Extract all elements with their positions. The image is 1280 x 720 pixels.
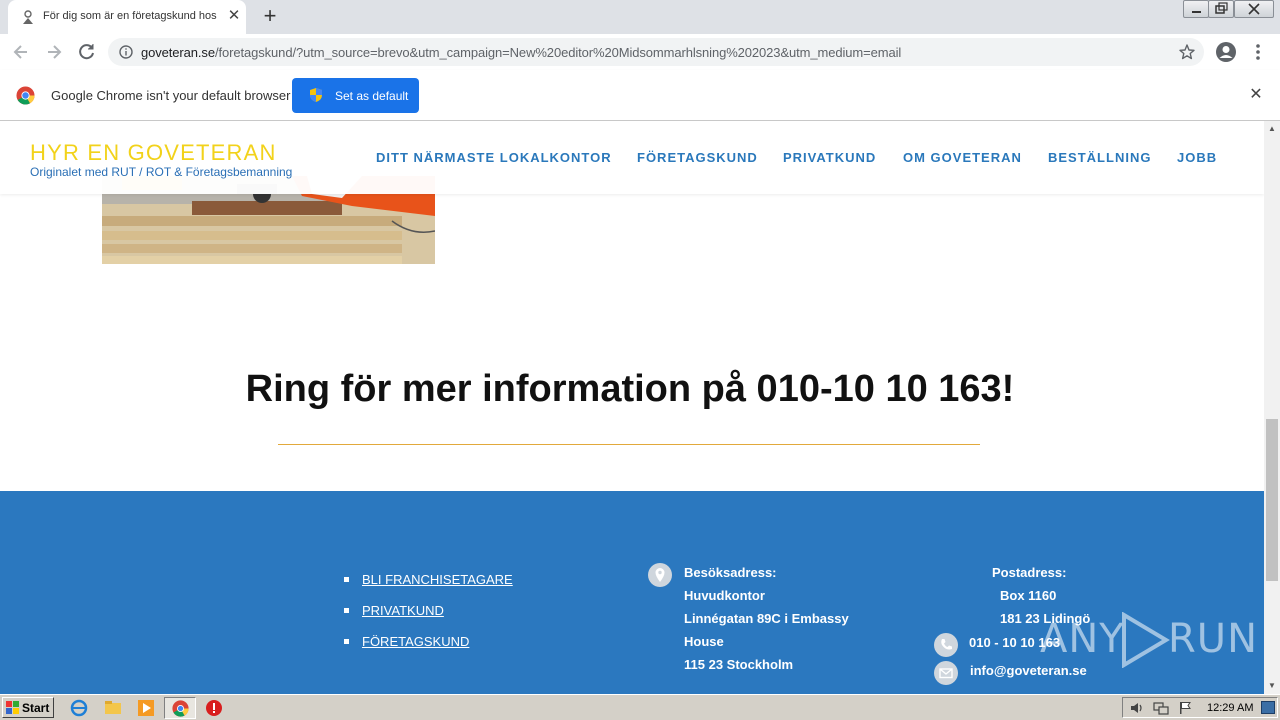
nav-item-lokalkontor[interactable]: DITT NÄRMASTE LOKALKONTOR [376, 150, 612, 165]
default-browser-infobar: Google Chrome isn't your default browser… [0, 70, 1280, 121]
address-line: Huvudkontor [684, 588, 765, 603]
set-as-default-label: Set as default [335, 89, 409, 103]
minimize-icon [1192, 11, 1201, 13]
postal-address-label: Postadress: [992, 565, 1067, 580]
anyrun-watermark: ANY RUN [1040, 610, 1257, 670]
back-arrow-icon[interactable] [11, 42, 31, 62]
reload-icon[interactable] [77, 42, 97, 62]
address-line: 115 23 Stockholm [684, 657, 794, 672]
stop-alert-icon[interactable] [205, 699, 223, 717]
nav-item-jobb[interactable]: JOBB [1177, 150, 1217, 165]
info-icon[interactable] [119, 45, 133, 59]
list-bullet [344, 639, 349, 644]
taskbar-chrome-button[interactable] [164, 697, 196, 719]
chrome-logo-icon [16, 86, 35, 105]
close-infobar-icon[interactable]: ✕ [1247, 86, 1265, 104]
network-icon[interactable] [1153, 701, 1169, 715]
favicon-icon [23, 10, 33, 24]
minimize-button[interactable] [1183, 0, 1209, 18]
footer-link-foretagskund[interactable]: FÖRETAGSKUND [362, 634, 469, 649]
chrome-taskbar-icon [172, 700, 189, 717]
forward-arrow-icon[interactable] [44, 42, 64, 62]
windows-taskbar: Start 12:29 AM [0, 694, 1280, 720]
phone-icon [934, 633, 958, 657]
media-player-icon[interactable] [137, 699, 155, 717]
close-tab-icon[interactable]: ✕ [226, 7, 242, 25]
site-header: HYR EN GOVETERAN Originalet med RUT / RO… [0, 121, 1264, 194]
tab-strip: För dig som är en företagskund hos ✕ + [0, 0, 1280, 34]
address-line: House [684, 634, 724, 649]
start-button[interactable]: Start [2, 697, 54, 718]
file-explorer-icon[interactable] [104, 699, 122, 717]
restore-button[interactable] [1208, 0, 1234, 18]
browser-tab[interactable]: För dig som är en företagskund hos ✕ [8, 0, 246, 34]
play-logo-icon [1122, 612, 1170, 668]
restore-icon [1215, 2, 1228, 14]
call-to-action-heading: Ring för mer information på 010-10 10 16… [245, 368, 1015, 410]
internet-explorer-icon[interactable] [70, 699, 88, 717]
map-pin-icon [648, 563, 672, 587]
browser-toolbar: goveteran.se/foretagskund/?utm_source=br… [0, 34, 1280, 70]
section-divider [278, 444, 980, 445]
kebab-menu-icon[interactable] [1251, 42, 1265, 62]
new-tab-button[interactable]: + [258, 5, 282, 29]
infobar-message: Google Chrome isn't your default browser [51, 88, 291, 103]
close-window-button[interactable] [1234, 0, 1274, 18]
start-label: Start [22, 701, 50, 715]
page-scrollbar[interactable]: ▲ ▼ [1264, 121, 1280, 694]
tab-title: För dig som är en företagskund hos [43, 10, 217, 22]
address-line: Linnégatan 89C i Embassy [684, 611, 849, 626]
list-bullet [344, 577, 349, 582]
list-bullet [344, 608, 349, 613]
volume-icon[interactable] [1129, 701, 1145, 715]
system-tray: 12:29 AM [1122, 697, 1278, 718]
page-viewport: HYR EN GOVETERAN Originalet med RUT / RO… [0, 121, 1264, 694]
scroll-down-arrow-icon[interactable]: ▼ [1264, 678, 1280, 694]
system-clock[interactable]: 12:29 AM [1207, 702, 1253, 714]
visiting-address: Besöksadress: Huvudkontor Linnégatan 89C… [684, 561, 849, 676]
scroll-up-arrow-icon[interactable]: ▲ [1264, 121, 1280, 137]
url-host: goveteran.se [141, 45, 215, 60]
show-desktop-icon[interactable] [1261, 701, 1275, 714]
watermark-text-left: ANY [1040, 616, 1125, 662]
close-icon [1248, 3, 1260, 15]
address-bar[interactable]: goveteran.se/foretagskund/?utm_source=br… [108, 38, 1204, 66]
windows-logo-icon [6, 701, 19, 714]
visiting-address-label: Besöksadress: [684, 565, 777, 580]
nav-item-bestallning[interactable]: BESTÄLLNING [1048, 150, 1151, 165]
nav-item-om-goveteran[interactable]: OM GOVETERAN [903, 150, 1022, 165]
set-as-default-button[interactable]: Set as default [292, 78, 419, 113]
bookmark-star-icon[interactable] [1178, 43, 1196, 61]
footer-link-privatkund[interactable]: PRIVATKUND [362, 603, 444, 618]
postal-line: Box 1160 [1000, 588, 1057, 603]
nav-item-privatkund[interactable]: PRIVATKUND [783, 150, 876, 165]
nav-item-foretagskund[interactable]: FÖRETAGSKUND [637, 150, 758, 165]
url-path: /foretagskund/?utm_source=brevo&utm_camp… [214, 45, 902, 60]
uac-shield-icon [310, 88, 322, 102]
watermark-text-right: RUN [1168, 616, 1258, 662]
footer-link-franchise[interactable]: BLI FRANCHISETAGARE [362, 572, 513, 587]
profile-icon[interactable] [1215, 41, 1237, 63]
action-center-flag-icon[interactable] [1178, 701, 1192, 715]
site-tagline: Originalet med RUT / ROT & Företagsbeman… [30, 165, 293, 179]
site-logo[interactable]: HYR EN GOVETERAN [30, 140, 277, 166]
scrollbar-thumb[interactable] [1266, 419, 1278, 581]
email-icon [934, 661, 958, 685]
url-text[interactable]: goveteran.se/foretagskund/?utm_source=br… [141, 45, 901, 60]
